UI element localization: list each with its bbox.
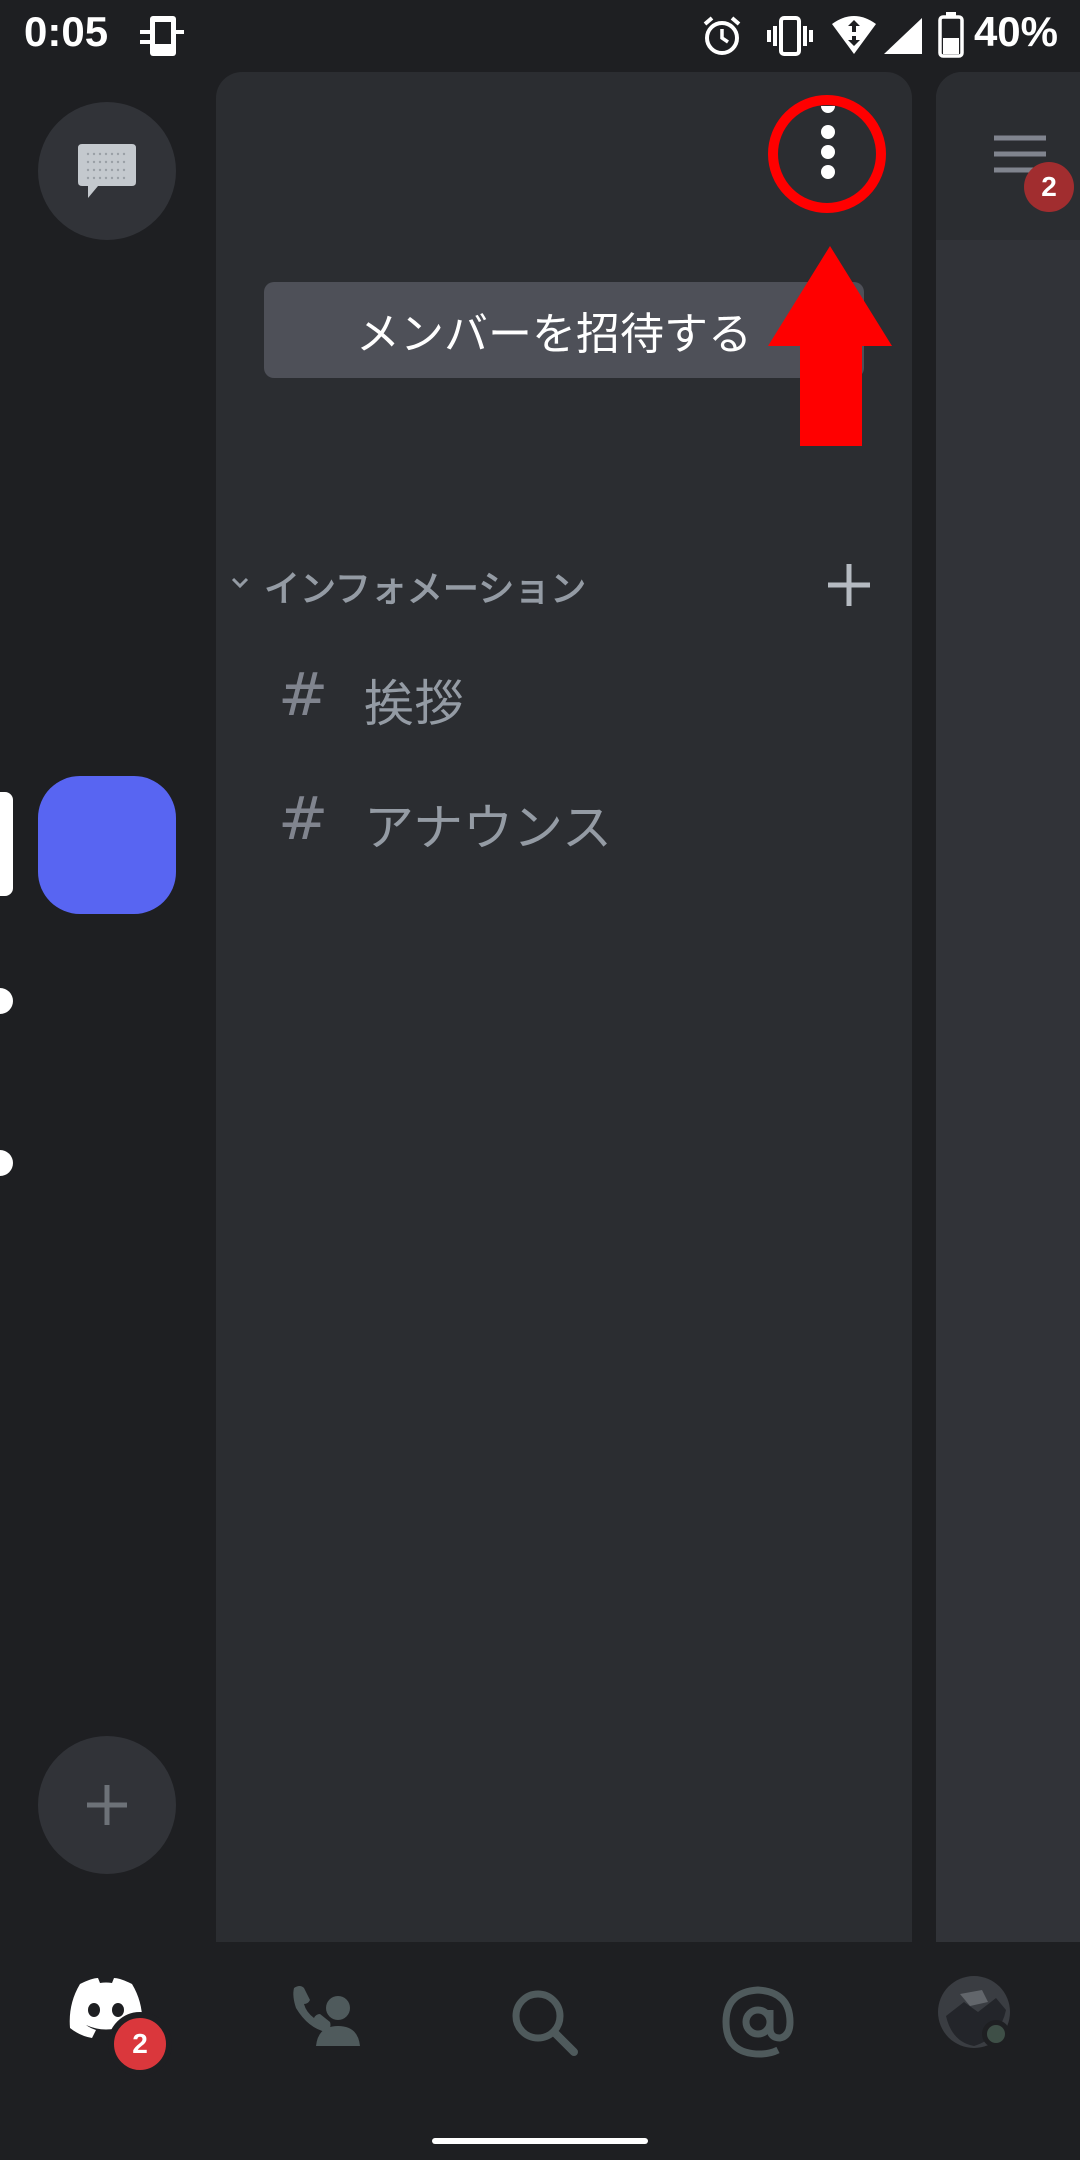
category-label: インフォメーション xyxy=(264,569,587,610)
hash-icon: # xyxy=(278,660,329,730)
add-channel-plus-icon[interactable] xyxy=(826,562,872,608)
cast-icon xyxy=(140,16,184,56)
invite-members-label: メンバーを招待する xyxy=(356,309,752,360)
channel-name: アナウンス xyxy=(364,799,612,857)
channel-name: 挨拶 xyxy=(364,675,464,733)
add-server-button[interactable] xyxy=(38,1736,176,1874)
category-information[interactable]: インフォメーション xyxy=(216,542,912,622)
status-bar: 0:05 40% xyxy=(0,0,1080,72)
nav-home[interactable]: 2 xyxy=(66,1974,172,2076)
friends-icon xyxy=(293,1986,360,2046)
nav-mentions[interactable] xyxy=(718,1982,798,2062)
annotation-arrow-icon xyxy=(768,246,892,446)
plus-icon xyxy=(87,1785,127,1825)
direct-messages-button[interactable] xyxy=(38,102,176,240)
bottom-nav: 2 xyxy=(0,1942,1080,2160)
alarm-icon xyxy=(703,16,741,55)
nav-profile[interactable] xyxy=(934,1972,1014,2052)
mentions-icon xyxy=(722,1986,794,2058)
home-indicator xyxy=(432,2138,648,2144)
server-icon-active[interactable] xyxy=(38,776,176,914)
battery-icon xyxy=(938,12,964,58)
chat-panel-header: 2 xyxy=(936,72,1080,240)
profile-avatar xyxy=(938,1976,1010,2048)
notification-badge: 2 xyxy=(1024,162,1074,212)
hash-icon: # xyxy=(278,784,329,854)
chat-bubble-icon xyxy=(78,144,136,198)
channel-item-greetings[interactable]: # 挨拶 xyxy=(256,642,856,742)
annotation-circle xyxy=(768,95,886,213)
vibrate-icon xyxy=(767,16,813,56)
unread-indicator xyxy=(0,1150,13,1176)
nav-friends[interactable] xyxy=(288,1982,368,2062)
home-badge: 2 xyxy=(108,2012,172,2076)
chat-panel-peek[interactable]: 2 xyxy=(936,72,1080,1942)
battery-percent: 40% xyxy=(973,8,1058,55)
channel-item-announcements[interactable]: # アナウンス xyxy=(256,766,856,866)
search-icon xyxy=(512,1990,578,2056)
nav-search[interactable] xyxy=(504,1982,584,2062)
unread-indicator xyxy=(0,988,13,1014)
server-rail xyxy=(0,72,216,1942)
cell-signal-icon xyxy=(884,18,922,54)
status-time: 0:05 xyxy=(24,8,109,55)
active-server-indicator xyxy=(0,792,13,896)
wifi-icon xyxy=(832,16,876,54)
chevron-down-icon xyxy=(231,577,249,589)
